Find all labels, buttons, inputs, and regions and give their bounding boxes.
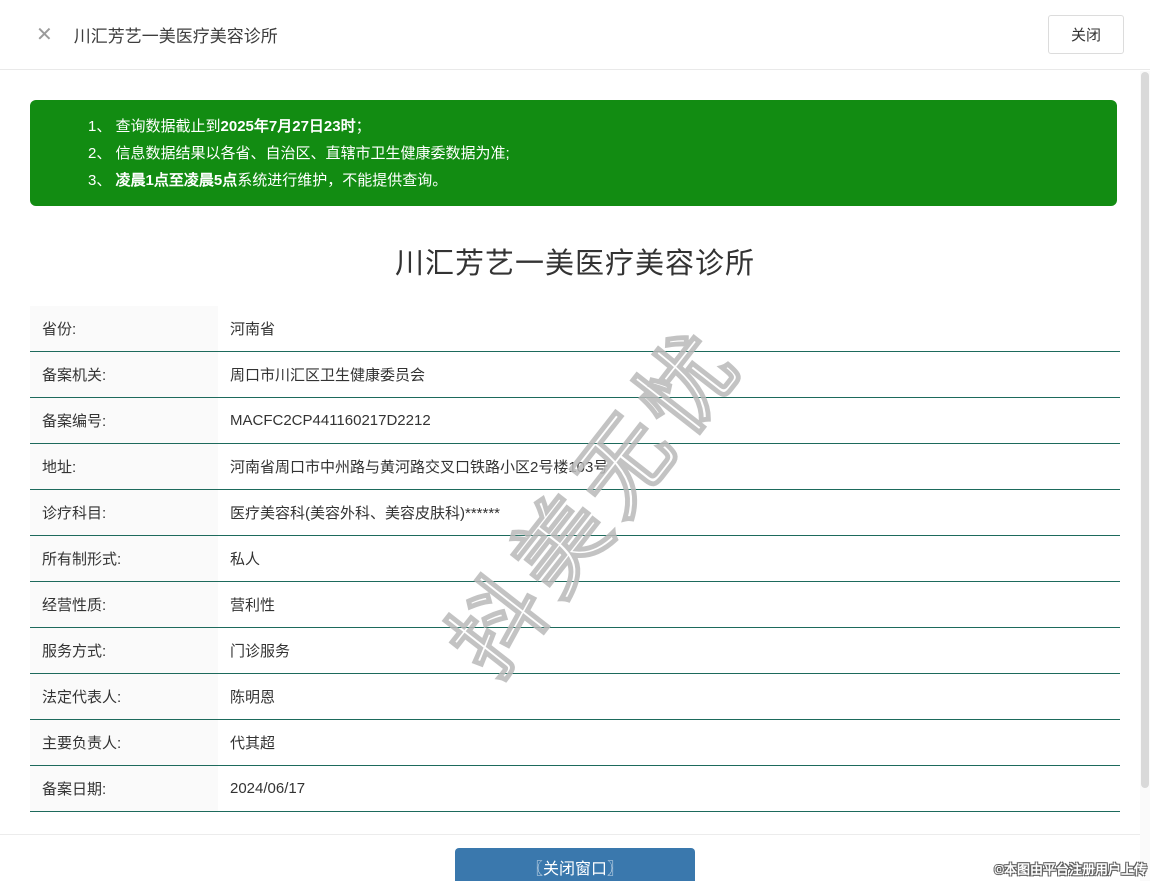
table-row-main-person-in-charge: 主要负责人: 代其超 xyxy=(30,720,1120,766)
table-row-record-date: 备案日期: 2024/06/17 xyxy=(30,766,1120,812)
notice-banner: 1、 查询数据截止到2025年7月27日23时； 2、 信息数据结果以各省、自治… xyxy=(30,100,1117,206)
top-bar: ✕ 川汇芳艺一美医疗美容诊所 关闭 xyxy=(0,0,1150,70)
row-label: 主要负责人: xyxy=(30,720,218,765)
row-value: 医疗美容科(美容外科、美容皮肤科)****** xyxy=(218,490,1120,535)
row-label: 备案机关: xyxy=(30,352,218,397)
row-label: 法定代表人: xyxy=(30,674,218,719)
footer: 〖关闭窗口〗 xyxy=(30,848,1120,881)
table-row-legal-representative: 法定代表人: 陈明恩 xyxy=(30,674,1120,720)
table-row-ownership-form: 所有制形式: 私人 xyxy=(30,536,1120,582)
notice-line-1: 1、 查询数据截止到2025年7月27日23时； xyxy=(88,113,1097,140)
close-button[interactable]: 关闭 xyxy=(1048,15,1124,54)
notice-line-3: 3、 凌晨1点至凌晨5点系统进行维护，不能提供查询。 xyxy=(88,167,1097,194)
row-value: 河南省周口市中州路与黄河路交叉口铁路小区2号楼103号 xyxy=(218,444,1120,489)
content-area: 1、 查询数据截止到2025年7月27日23时； 2、 信息数据结果以各省、自治… xyxy=(0,100,1150,881)
close-window-button[interactable]: 〖关闭窗口〗 xyxy=(455,848,695,881)
page-title: 川汇芳艺一美医疗美容诊所 xyxy=(30,240,1120,282)
table-row-business-nature: 经营性质: 营利性 xyxy=(30,582,1120,628)
close-icon[interactable]: ✕ xyxy=(36,25,53,45)
row-value: 营利性 xyxy=(218,582,1120,627)
row-label: 诊疗科目: xyxy=(30,490,218,535)
record-detail-page: ✕ 川汇芳艺一美医疗美容诊所 关闭 1、 查询数据截止到2025年7月27日23… xyxy=(0,0,1150,881)
table-row-record-authority: 备案机关: 周口市川汇区卫生健康委员会 xyxy=(30,352,1120,398)
scrollbar-track[interactable] xyxy=(1140,71,1150,881)
row-value: 2024/06/17 xyxy=(218,766,1120,811)
table-row-address: 地址: 河南省周口市中州路与黄河路交叉口铁路小区2号楼103号 xyxy=(30,444,1120,490)
row-label: 省份: xyxy=(30,306,218,351)
table-row-province: 省份: 河南省 xyxy=(30,306,1120,352)
detail-table: 省份: 河南省 备案机关: 周口市川汇区卫生健康委员会 备案编号: MACFC2… xyxy=(30,306,1120,812)
row-value: 河南省 xyxy=(218,306,1120,351)
row-value: 门诊服务 xyxy=(218,628,1120,673)
table-row-record-number: 备案编号: MACFC2CP441160217D2212 xyxy=(30,398,1120,444)
window-title: 川汇芳艺一美医疗美容诊所 xyxy=(74,22,278,47)
row-label: 所有制形式: xyxy=(30,536,218,581)
scrollbar-thumb[interactable] xyxy=(1141,72,1149,788)
table-row-treatment-subjects: 诊疗科目: 医疗美容科(美容外科、美容皮肤科)****** xyxy=(30,490,1120,536)
row-label: 备案日期: xyxy=(30,766,218,811)
table-row-service-mode: 服务方式: 门诊服务 xyxy=(30,628,1120,674)
row-value: 私人 xyxy=(218,536,1120,581)
row-label: 经营性质: xyxy=(30,582,218,627)
notice-line-2: 2、 信息数据结果以各省、自治区、直辖市卫生健康委数据为准; xyxy=(88,140,1097,167)
row-label: 地址: xyxy=(30,444,218,489)
row-value: 代其超 xyxy=(218,720,1120,765)
row-label: 服务方式: xyxy=(30,628,218,673)
row-value: 周口市川汇区卫生健康委员会 xyxy=(218,352,1120,397)
divider xyxy=(0,834,1150,835)
row-value: 陈明恩 xyxy=(218,674,1120,719)
row-value: MACFC2CP441160217D2212 xyxy=(218,398,1120,443)
row-label: 备案编号: xyxy=(30,398,218,443)
